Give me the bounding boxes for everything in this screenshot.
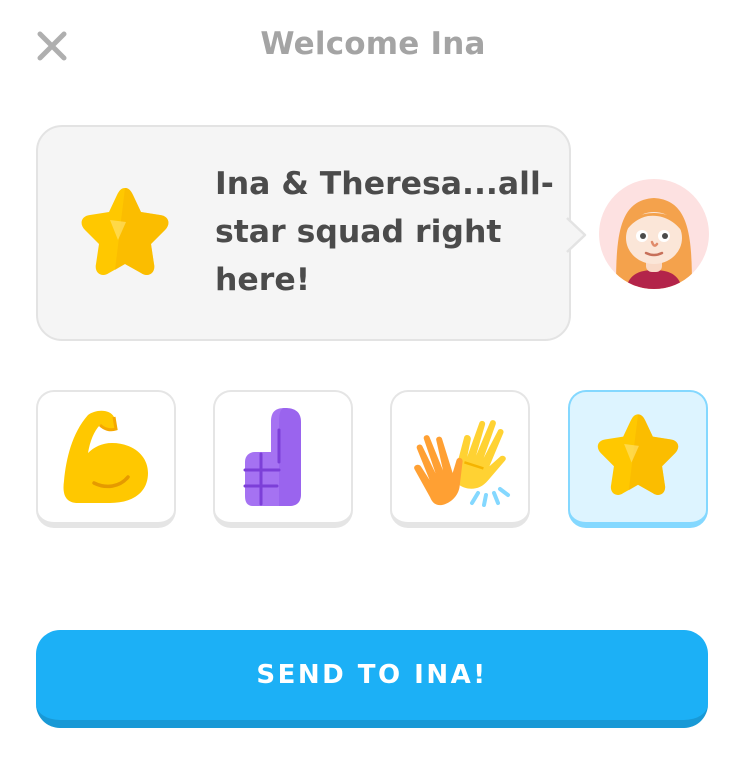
- message-text: Ina & Theresa...all-star squad right her…: [215, 166, 554, 298]
- choice-number-one[interactable]: [213, 390, 353, 528]
- star-icon: [81, 188, 169, 275]
- bubble-tail: [566, 217, 587, 253]
- choice-high-five[interactable]: [390, 390, 530, 528]
- character-avatar: [599, 179, 709, 289]
- number-one-finger-icon: [243, 408, 301, 506]
- choice-star[interactable]: [568, 390, 708, 528]
- flexed-bicep-icon: [63, 410, 148, 503]
- high-five-icon: [414, 420, 510, 507]
- page-title: Welcome Ina: [260, 26, 486, 62]
- star-icon: [597, 414, 679, 495]
- choice-flexed-bicep[interactable]: [36, 390, 176, 528]
- send-button[interactable]: SEND TO INA!: [36, 630, 708, 728]
